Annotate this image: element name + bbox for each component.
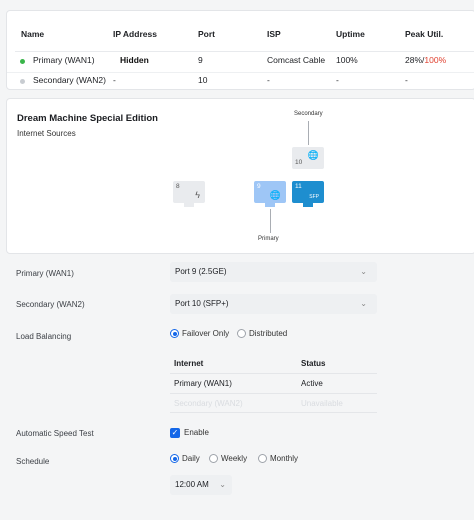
select-value: 12:00 AM bbox=[175, 480, 209, 489]
globe-icon: 🌐 bbox=[307, 150, 319, 160]
divider bbox=[15, 51, 474, 52]
header-name: Name bbox=[21, 29, 45, 39]
header-isp: ISP bbox=[267, 29, 281, 39]
status-dot-icon bbox=[20, 59, 25, 64]
port-number: 11 bbox=[295, 183, 302, 190]
chevron-down-icon: ⌄ bbox=[219, 480, 226, 489]
divider bbox=[170, 393, 377, 394]
select-value: Port 10 (SFP+) bbox=[175, 299, 229, 308]
time-select[interactable]: 12:00 AM ⌄ bbox=[170, 475, 232, 495]
radio-selected-icon bbox=[170, 454, 179, 463]
status-dot-icon bbox=[20, 79, 25, 84]
port-notch bbox=[265, 203, 275, 207]
schedule-label: Schedule bbox=[16, 457, 50, 466]
enable-checkbox[interactable]: ✓ bbox=[170, 428, 180, 438]
load-balancing-label: Load Balancing bbox=[16, 332, 72, 341]
port-notch bbox=[303, 203, 313, 207]
wan-isp: - bbox=[267, 75, 270, 85]
lb-row-internet: Secondary (WAN2) bbox=[174, 399, 243, 408]
port-notch bbox=[184, 203, 194, 207]
globe-icon: 🌐 bbox=[269, 190, 281, 200]
device-card: Dream Machine Special Edition Internet S… bbox=[6, 98, 474, 254]
radio-unselected-icon bbox=[237, 329, 246, 338]
radio-selected-icon bbox=[170, 329, 179, 338]
radio-daily[interactable]: Daily bbox=[170, 454, 200, 463]
lb-header-internet: Internet bbox=[174, 359, 204, 368]
primary-label: Primary bbox=[258, 236, 279, 242]
radio-weekly[interactable]: Weekly bbox=[209, 454, 247, 463]
device-title: Dream Machine Special Edition bbox=[17, 113, 158, 124]
radio-label: Weekly bbox=[221, 454, 248, 463]
secondary-label: Secondary bbox=[294, 111, 323, 117]
radio-unselected-icon bbox=[258, 454, 267, 463]
divider bbox=[170, 373, 377, 374]
port-number: 9 bbox=[257, 183, 261, 190]
port-number: 8 bbox=[176, 183, 180, 190]
radio-monthly[interactable]: Monthly bbox=[258, 454, 298, 463]
wan-peak: 28%/100% bbox=[405, 55, 446, 65]
lightning-icon: ϟ bbox=[195, 190, 200, 200]
radio-label: Distributed bbox=[249, 329, 288, 338]
header-peak: Peak Util. bbox=[405, 29, 444, 39]
radio-failover-only[interactable]: Failover Only bbox=[170, 329, 229, 338]
load-balancing-table: Internet Status Primary (WAN1) Active Se… bbox=[170, 355, 377, 413]
wan-uptime: 100% bbox=[336, 55, 358, 65]
secondary-connector-line bbox=[308, 121, 309, 145]
lb-row-status: Unavailable bbox=[301, 399, 343, 408]
chevron-down-icon: ⌄ bbox=[360, 267, 367, 276]
divider bbox=[170, 412, 377, 413]
radio-label: Daily bbox=[182, 454, 200, 463]
lb-row-internet: Primary (WAN1) bbox=[174, 379, 232, 388]
wan-name: Secondary (WAN2) bbox=[33, 75, 106, 85]
radio-label: Monthly bbox=[270, 454, 299, 463]
port-11[interactable]: 11 SFP bbox=[292, 181, 324, 207]
wan-peak: - bbox=[405, 75, 408, 85]
sfp-label: SFP bbox=[309, 194, 319, 200]
peak-max: 100% bbox=[424, 55, 447, 65]
chevron-down-icon: ⌄ bbox=[360, 299, 367, 308]
wan-name: Primary (WAN1) bbox=[33, 55, 95, 65]
secondary-wan-label: Secondary (WAN2) bbox=[16, 300, 85, 309]
radio-label: Failover Only bbox=[182, 329, 230, 338]
lb-row-status: Active bbox=[301, 379, 323, 388]
device-subtitle: Internet Sources bbox=[17, 129, 76, 138]
header-ip: IP Address bbox=[113, 29, 157, 39]
wan-status-card: Name IP Address Port ISP Uptime Peak Uti… bbox=[6, 10, 474, 90]
speed-test-label: Automatic Speed Test bbox=[16, 429, 94, 438]
table-row[interactable]: Primary (WAN1) Hidden 9 Comcast Cable 10… bbox=[7, 53, 474, 73]
port-8[interactable]: 8 ϟ bbox=[173, 181, 205, 207]
port-9[interactable]: 9 🌐 bbox=[254, 181, 286, 207]
table-row[interactable]: Secondary (WAN2) - 10 - - - bbox=[7, 72, 474, 92]
wan-isp: Comcast Cable bbox=[267, 55, 326, 65]
wan-ip: - bbox=[113, 75, 116, 85]
header-uptime: Uptime bbox=[336, 29, 365, 39]
primary-wan-label: Primary (WAN1) bbox=[16, 269, 74, 278]
enable-label: Enable bbox=[184, 428, 209, 437]
radio-distributed[interactable]: Distributed bbox=[237, 329, 287, 338]
wan-port: 9 bbox=[198, 55, 203, 65]
header-port: Port bbox=[198, 29, 215, 39]
select-value: Port 9 (2.5GE) bbox=[175, 267, 227, 276]
wan-port: 10 bbox=[198, 75, 208, 85]
radio-unselected-icon bbox=[209, 454, 218, 463]
peak-current: 28% bbox=[405, 55, 423, 65]
primary-wan-select[interactable]: Port 9 (2.5GE) ⌄ bbox=[170, 262, 377, 282]
port-number: 10 bbox=[295, 159, 303, 166]
port-10[interactable]: 10 🌐 bbox=[292, 147, 324, 169]
lb-header-status: Status bbox=[301, 359, 326, 368]
secondary-wan-select[interactable]: Port 10 (SFP+) ⌄ bbox=[170, 294, 377, 314]
wan-uptime: - bbox=[336, 75, 339, 85]
primary-connector-line bbox=[270, 209, 271, 233]
wan-ip[interactable]: Hidden bbox=[120, 55, 149, 65]
